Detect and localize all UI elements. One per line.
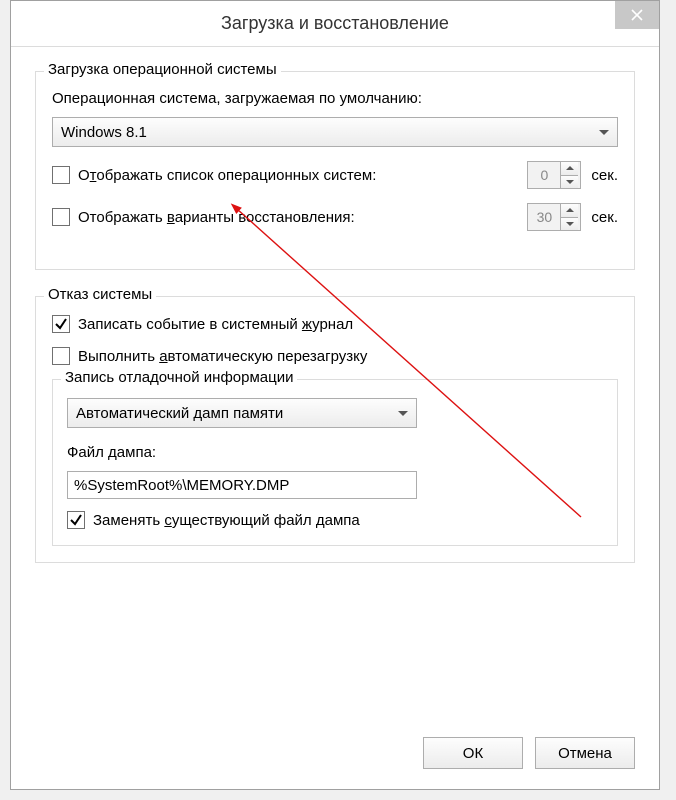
cancel-button[interactable]: Отмена — [535, 737, 635, 769]
group-system-startup: Загрузка операционной системы Операционн… — [35, 71, 635, 270]
chevron-down-icon — [398, 411, 408, 416]
spinner-up-button[interactable] — [561, 162, 578, 176]
spinner-down-button[interactable] — [561, 176, 578, 189]
dialog-window: Загрузка и восстановление Загрузка опера… — [10, 0, 660, 790]
seconds-label: сек. — [591, 209, 618, 226]
dump-file-input[interactable]: %SystemRoot%\MEMORY.DMP — [67, 471, 417, 499]
show-os-list-checkbox[interactable] — [52, 166, 70, 184]
os-list-timeout-spinner[interactable] — [527, 161, 581, 189]
os-list-timeout-value[interactable] — [528, 166, 560, 184]
overwrite-dump-checkbox[interactable] — [67, 511, 85, 529]
group-debug-info: Запись отладочной информации Автоматичес… — [52, 379, 618, 546]
group-system-startup-legend: Загрузка операционной системы — [44, 61, 281, 78]
group-debug-info-legend: Запись отладочной информации — [61, 369, 297, 386]
spinner-up-button[interactable] — [561, 204, 578, 218]
recovery-timeout-value[interactable] — [528, 208, 560, 226]
group-system-failure: Отказ системы Записать событие в системн… — [35, 296, 635, 563]
overwrite-dump-label: Заменять существующий файл дампа — [93, 512, 360, 529]
dump-type-combobox[interactable]: Автоматический дамп памяти — [67, 398, 417, 428]
triangle-down-icon — [566, 180, 574, 184]
dialog-buttons: ОК Отмена — [11, 737, 659, 789]
auto-restart-label: Выполнить автоматическую перезагрузку — [78, 348, 367, 365]
default-os-combobox[interactable]: Windows 8.1 — [52, 117, 618, 147]
dump-file-value: %SystemRoot%\MEMORY.DMP — [74, 477, 289, 494]
ok-button[interactable]: ОК — [423, 737, 523, 769]
dump-file-label: Файл дампа: — [67, 444, 603, 461]
close-icon — [631, 9, 643, 21]
default-os-label: Операционная система, загружаемая по умо… — [52, 90, 618, 107]
group-system-failure-legend: Отказ системы — [44, 286, 156, 303]
dump-type-value: Автоматический дамп памяти — [76, 405, 283, 422]
chevron-down-icon — [599, 130, 609, 135]
log-event-label: Записать событие в системный журнал — [78, 316, 353, 333]
close-button[interactable] — [615, 1, 659, 29]
seconds-label: сек. — [591, 167, 618, 184]
default-os-value: Windows 8.1 — [61, 124, 147, 141]
triangle-down-icon — [566, 222, 574, 226]
dialog-content: Загрузка операционной системы Операционн… — [11, 47, 659, 737]
auto-restart-checkbox[interactable] — [52, 347, 70, 365]
show-os-list-label: Отображать список операционных систем: — [78, 167, 376, 184]
triangle-up-icon — [566, 208, 574, 212]
triangle-up-icon — [566, 166, 574, 170]
titlebar: Загрузка и восстановление — [11, 1, 659, 47]
log-event-checkbox[interactable] — [52, 315, 70, 333]
show-recovery-label: Отображать варианты восстановления: — [78, 209, 355, 226]
window-title: Загрузка и восстановление — [221, 13, 449, 34]
recovery-timeout-spinner[interactable] — [527, 203, 581, 231]
spinner-down-button[interactable] — [561, 218, 578, 231]
show-recovery-checkbox[interactable] — [52, 208, 70, 226]
